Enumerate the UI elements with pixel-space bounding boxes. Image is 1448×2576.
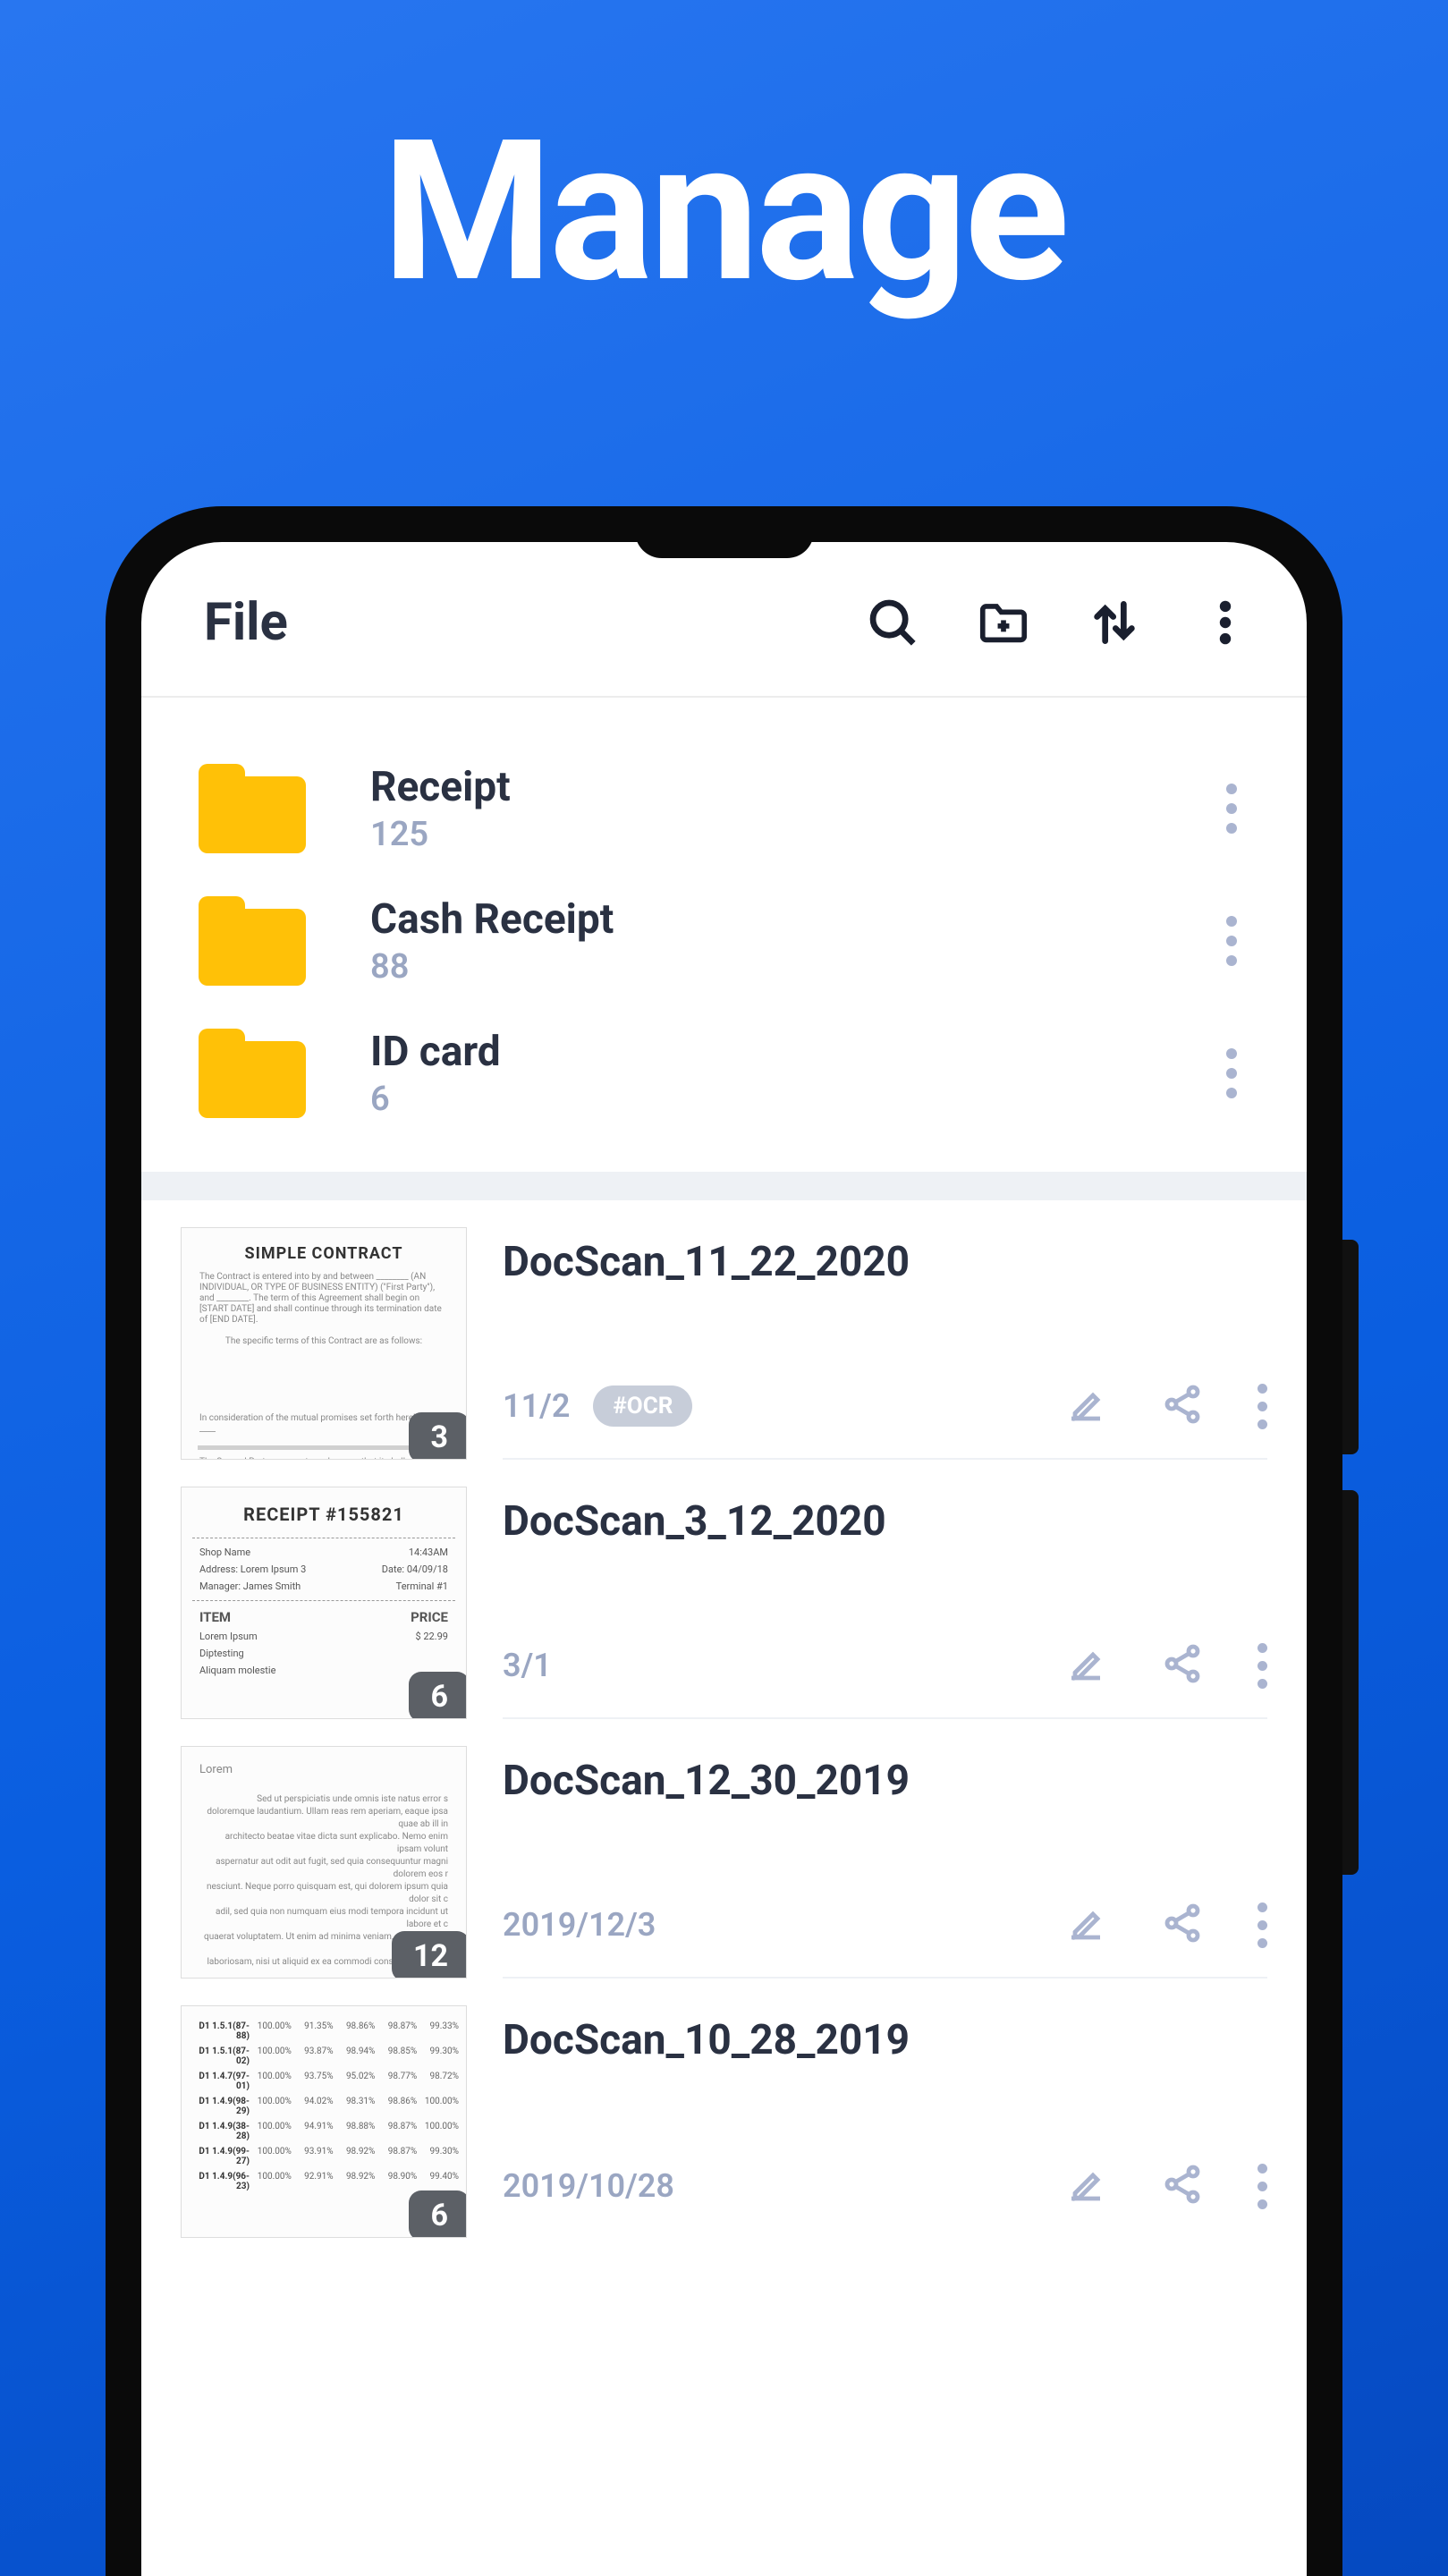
notch — [635, 542, 814, 558]
document-item[interactable]: RECEIPT #155821 Shop Name14:43AM Address… — [141, 1460, 1307, 1719]
document-name: DocScan_10_28_2019 — [503, 2005, 1267, 2064]
document-name: DocScan_12_30_2019 — [503, 1746, 1267, 1805]
folder-name: Receipt — [370, 763, 1214, 811]
folder-item[interactable]: Receipt 125 — [141, 742, 1307, 875]
folder-count: 125 — [370, 815, 1214, 854]
edit-icon[interactable] — [1064, 1902, 1107, 1948]
edit-icon[interactable] — [1064, 1642, 1107, 1689]
document-date: 2019/10/28 — [503, 2167, 674, 2205]
document-thumbnail: D1 1.5.1(87-88)100.00%91.35%98.86%98.87%… — [181, 2005, 467, 2238]
folder-more-icon[interactable] — [1214, 916, 1249, 966]
folder-icon — [199, 1029, 306, 1118]
document-item[interactable]: D1 1.5.1(87-88)100.00%91.35%98.86%98.87%… — [141, 1979, 1307, 2238]
page-count-badge: 3 — [409, 1412, 467, 1460]
folder-count: 88 — [370, 947, 1214, 987]
folder-count: 6 — [370, 1080, 1214, 1119]
app-header: File — [141, 542, 1307, 698]
thumb-text: The specific terms of this Contract are … — [182, 1327, 466, 1349]
document-date: 2019/12/3 — [503, 1906, 656, 1944]
document-name: DocScan_3_12_2020 — [503, 1487, 1267, 1546]
phone-side-button — [1342, 1490, 1359, 1875]
document-thumbnail: RECEIPT #155821 Shop Name14:43AM Address… — [181, 1487, 467, 1719]
phone-screen: File Receipt 125 — [141, 542, 1307, 2576]
document-more-icon[interactable] — [1257, 1384, 1267, 1429]
add-folder-icon[interactable] — [976, 595, 1031, 650]
thumb-text: The Contract is entered into by and betw… — [182, 1270, 466, 1327]
thumb-row: Manager: James SmithTerminal #1 — [182, 1578, 466, 1595]
document-list: SIMPLE CONTRACT The Contract is entered … — [141, 1200, 1307, 2238]
thumb-row: Diptesting — [182, 1645, 466, 1662]
thumb-row: D1 1.4.9(99-27)100.00%93.91%98.92%98.87%… — [182, 2144, 466, 2169]
document-item[interactable]: SIMPLE CONTRACT The Contract is entered … — [141, 1200, 1307, 1460]
folder-more-icon[interactable] — [1214, 1048, 1249, 1098]
share-icon[interactable] — [1161, 1383, 1204, 1429]
thumb-row: Address: Lorem Ipsum 3Date: 04/09/18 — [182, 1561, 466, 1578]
section-divider — [141, 1172, 1307, 1200]
thumb-row: D1 1.4.9(98-29)100.00%94.02%98.31%98.86%… — [182, 2094, 466, 2119]
thumb-row: D1 1.4.9(38-28)100.00%94.91%98.88%98.87%… — [182, 2119, 466, 2144]
more-icon[interactable] — [1198, 595, 1253, 650]
sort-icon[interactable] — [1087, 595, 1142, 650]
share-icon[interactable] — [1161, 1902, 1204, 1948]
thumb-row: ITEMPRICE — [182, 1606, 466, 1628]
document-date: 11/2 — [503, 1387, 570, 1425]
share-icon[interactable] — [1161, 2163, 1204, 2209]
share-icon[interactable] — [1161, 1642, 1204, 1689]
phone-side-button — [1342, 1240, 1359, 1454]
ocr-tag: #OCR — [593, 1385, 692, 1427]
page-count-badge: 6 — [409, 1672, 467, 1719]
folder-icon — [199, 896, 306, 986]
thumb-row: D1 1.4.7(97-01)100.00%93.75%95.02%98.77%… — [182, 2069, 466, 2094]
document-more-icon[interactable] — [1257, 1643, 1267, 1689]
folder-more-icon[interactable] — [1214, 784, 1249, 834]
folder-list: Receipt 125 Cash Receipt 88 ID card 6 — [141, 698, 1307, 1172]
page-count-badge: 12 — [392, 1931, 467, 1979]
folder-item[interactable]: ID card 6 — [141, 1007, 1307, 1140]
folder-name: Cash Receipt — [370, 895, 1214, 944]
edit-icon[interactable] — [1064, 1383, 1107, 1429]
folder-icon — [199, 764, 306, 853]
phone-frame: File Receipt 125 — [106, 506, 1342, 2576]
thumb-row: Shop Name14:43AM — [182, 1544, 466, 1561]
page-title: File — [204, 592, 809, 653]
thumb-row: D1 1.5.1(87-02)100.00%93.87%98.94%98.85%… — [182, 2044, 466, 2069]
thumb-title: RECEIPT #155821 — [182, 1487, 466, 1532]
folder-item[interactable]: Cash Receipt 88 — [141, 875, 1307, 1007]
document-more-icon[interactable] — [1257, 2164, 1267, 2209]
thumb-row: Lorem Ipsum$ 22.99 — [182, 1628, 466, 1645]
document-thumbnail: Lorem Sed ut perspiciatis unde omnis ist… — [181, 1746, 467, 1979]
page-count-badge: 6 — [409, 2190, 467, 2238]
document-more-icon[interactable] — [1257, 1902, 1267, 1948]
document-date: 3/1 — [503, 1647, 552, 1684]
thumb-title: SIMPLE CONTRACT — [182, 1228, 466, 1270]
edit-icon[interactable] — [1064, 2163, 1107, 2209]
document-name: DocScan_11_22_2020 — [503, 1227, 1267, 1286]
search-icon[interactable] — [865, 595, 920, 650]
folder-name: ID card — [370, 1028, 1214, 1076]
hero-title: Manage — [0, 0, 1448, 326]
document-thumbnail: SIMPLE CONTRACT The Contract is entered … — [181, 1227, 467, 1460]
thumb-title: Lorem — [182, 1747, 466, 1779]
document-item[interactable]: Lorem Sed ut perspiciatis unde omnis ist… — [141, 1719, 1307, 1979]
thumb-row: D1 1.5.1(87-88)100.00%91.35%98.86%98.87%… — [182, 2019, 466, 2044]
